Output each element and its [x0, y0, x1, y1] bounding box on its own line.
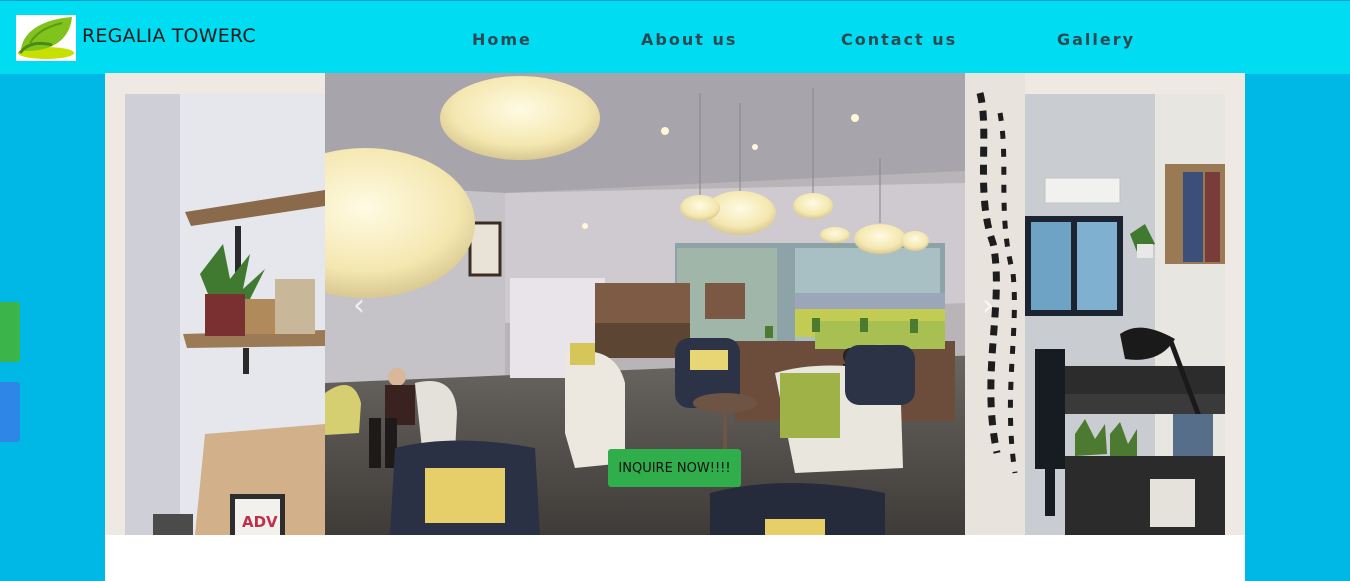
leaf-logo-icon[interactable] [16, 15, 76, 61]
carousel-slide-left: ADV [125, 94, 325, 535]
brand-name[interactable]: REGALIA TOWERC [82, 25, 256, 47]
nav-home-link[interactable]: Home [472, 30, 532, 49]
svg-text:ADV: ADV [242, 513, 278, 531]
chevron-right-icon[interactable]: › [982, 288, 994, 323]
carousel-slide-right [1025, 94, 1225, 535]
workspace-photo [1025, 94, 1225, 535]
share-green-button[interactable] [0, 302, 20, 362]
image-carousel: ADV ‹ › INQUIRE NOW!!!! [105, 73, 1245, 535]
inquire-now-button[interactable]: INQUIRE NOW!!!! [608, 449, 741, 487]
top-navbar: REGALIA TOWERC Home About us Contact us … [0, 0, 1350, 74]
chevron-left-icon[interactable]: ‹ [353, 288, 365, 323]
shelf-office-photo: ADV [125, 94, 325, 535]
nav-gallery-link[interactable]: Gallery [1057, 30, 1135, 49]
nav-about-link[interactable]: About us [641, 30, 737, 49]
share-blue-button[interactable] [0, 382, 20, 442]
nav-contact-link[interactable]: Contact us [841, 30, 957, 49]
main-content: ADV ‹ › INQUIRE NOW!!!! [105, 73, 1245, 581]
